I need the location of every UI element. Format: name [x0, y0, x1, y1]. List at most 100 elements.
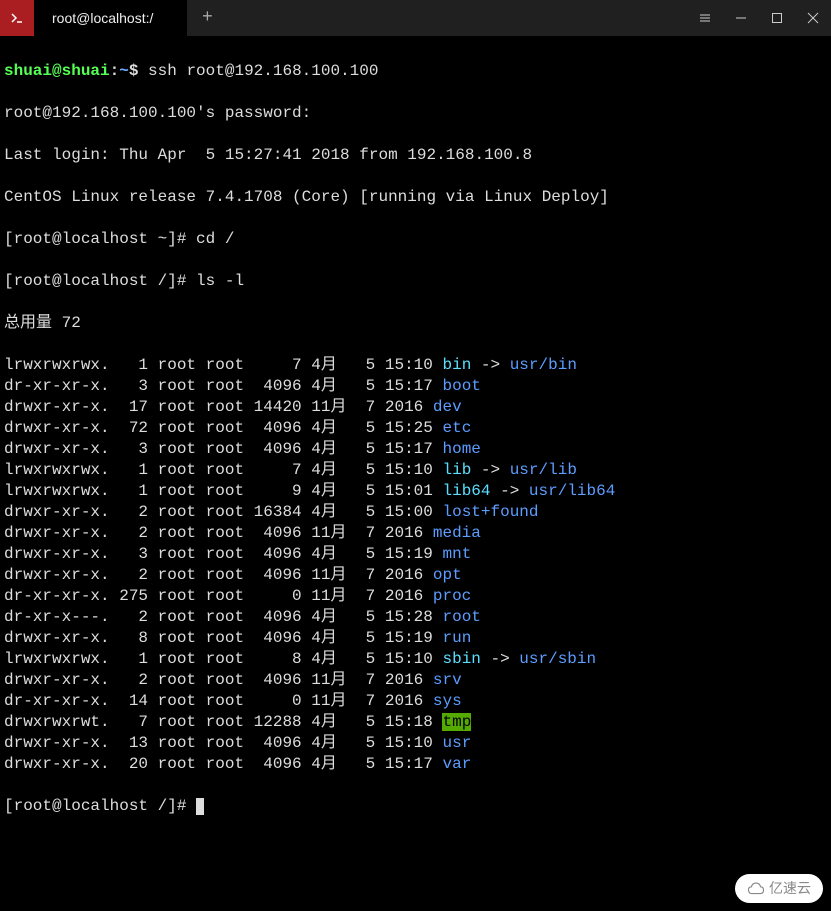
prompt-path: ~ — [119, 62, 129, 80]
list-item: drwxrwxrwt. 7 root root 12288 4月 5 15:18… — [4, 712, 827, 733]
line-ssh: shuai@shuai:~$ ssh root@192.168.100.100 — [4, 61, 827, 82]
link-arrow: -> — [471, 356, 509, 374]
close-button[interactable] — [795, 0, 831, 36]
file-meta: lrwxrwxrwx. 1 root root 8 4月 5 15:10 — [4, 650, 442, 668]
file-meta: drwxr-xr-x. 2 root root 4096 11月 7 2016 — [4, 671, 433, 689]
file-name: lost+found — [442, 503, 538, 521]
tab-title: root@localhost:/ — [52, 10, 153, 26]
file-meta: dr-xr-xr-x. 3 root root 4096 4月 5 15:17 — [4, 377, 442, 395]
file-name: srv — [433, 671, 462, 689]
maximize-button[interactable] — [759, 0, 795, 36]
file-meta: drwxr-xr-x. 20 root root 4096 4月 5 15:17 — [4, 755, 442, 773]
cursor — [196, 798, 204, 815]
line-password: root@192.168.100.100's password: — [4, 103, 827, 124]
hamburger-icon — [699, 12, 711, 24]
list-item: dr-xr-xr-x. 275 root root 0 11月 7 2016 p… — [4, 586, 827, 607]
file-meta: drwxr-xr-x. 8 root root 4096 4月 5 15:19 — [4, 629, 442, 647]
file-name: etc — [442, 419, 471, 437]
link-target: usr/lib64 — [529, 482, 615, 500]
menu-button[interactable] — [687, 0, 723, 36]
file-meta: drwxr-xr-x. 72 root root 4096 4月 5 15:25 — [4, 419, 442, 437]
app-icon — [0, 0, 34, 36]
line-ls: [root@localhost /]# ls -l — [4, 271, 827, 292]
list-item: drwxr-xr-x. 20 root root 4096 4月 5 15:17… — [4, 754, 827, 775]
list-item: drwxr-xr-x. 2 root root 16384 4月 5 15:00… — [4, 502, 827, 523]
file-meta: lrwxrwxrwx. 1 root root 7 4月 5 15:10 — [4, 356, 442, 374]
list-item: lrwxrwxrwx. 1 root root 7 4月 5 15:10 lib… — [4, 460, 827, 481]
file-name: opt — [433, 566, 462, 584]
file-name: proc — [433, 587, 471, 605]
file-meta: drwxr-xr-x. 3 root root 4096 4月 5 15:19 — [4, 545, 442, 563]
file-meta: drwxrwxrwt. 7 root root 12288 4月 5 15:18 — [4, 713, 442, 731]
prompt-dollar: $ — [129, 62, 148, 80]
list-item: drwxr-xr-x. 3 root root 4096 4月 5 15:19 … — [4, 544, 827, 565]
titlebar-spacer — [227, 0, 687, 36]
terminal-window: root@localhost:/ + shuai@shuai:~$ ssh ro… — [0, 0, 831, 911]
prompt-user: shuai@shuai — [4, 62, 110, 80]
list-item: drwxr-xr-x. 2 root root 4096 11月 7 2016 … — [4, 523, 827, 544]
titlebar: root@localhost:/ + — [0, 0, 831, 36]
file-meta: lrwxrwxrwx. 1 root root 7 4月 5 15:10 — [4, 461, 442, 479]
file-name: mnt — [442, 545, 471, 563]
maximize-icon — [771, 12, 783, 24]
link-arrow: -> — [491, 482, 529, 500]
list-item: dr-xr-xr-x. 14 root root 0 11月 7 2016 sy… — [4, 691, 827, 712]
list-item: drwxr-xr-x. 2 root root 4096 11月 7 2016 … — [4, 565, 827, 586]
file-name: var — [442, 755, 471, 773]
file-name: tmp — [442, 713, 471, 731]
link-target: usr/lib — [510, 461, 577, 479]
link-target: usr/sbin — [519, 650, 596, 668]
file-name: media — [433, 524, 481, 542]
list-item: drwxr-xr-x. 72 root root 4096 4月 5 15:25… — [4, 418, 827, 439]
file-list: lrwxrwxrwx. 1 root root 7 4月 5 15:10 bin… — [4, 355, 827, 775]
file-meta: dr-xr-x---. 2 root root 4096 4月 5 15:28 — [4, 608, 442, 626]
file-name: sys — [433, 692, 462, 710]
file-name: lib — [442, 461, 471, 479]
tab-active[interactable]: root@localhost:/ — [34, 0, 187, 36]
file-meta: drwxr-xr-x. 2 root root 4096 11月 7 2016 — [4, 566, 433, 584]
new-tab-button[interactable]: + — [187, 0, 227, 36]
file-name: lib64 — [442, 482, 490, 500]
file-name: run — [442, 629, 471, 647]
line-release: CentOS Linux release 7.4.1708 (Core) [ru… — [4, 187, 827, 208]
file-meta: drwxr-xr-x. 13 root root 4096 4月 5 15:10 — [4, 734, 442, 752]
list-item: lrwxrwxrwx. 1 root root 9 4月 5 15:01 lib… — [4, 481, 827, 502]
file-meta: dr-xr-xr-x. 14 root root 0 11月 7 2016 — [4, 692, 433, 710]
file-meta: lrwxrwxrwx. 1 root root 9 4月 5 15:01 — [4, 482, 442, 500]
list-item: drwxr-xr-x. 3 root root 4096 4月 5 15:17 … — [4, 439, 827, 460]
list-item: dr-xr-xr-x. 3 root root 4096 4月 5 15:17 … — [4, 376, 827, 397]
cloud-icon — [747, 880, 765, 898]
line-cd: [root@localhost ~]# cd / — [4, 229, 827, 250]
close-icon — [807, 12, 819, 24]
list-item: dr-xr-x---. 2 root root 4096 4月 5 15:28 … — [4, 607, 827, 628]
link-target: usr/bin — [510, 356, 577, 374]
file-meta: drwxr-xr-x. 2 root root 4096 11月 7 2016 — [4, 524, 433, 542]
watermark: 亿速云 — [735, 874, 823, 903]
file-meta: dr-xr-xr-x. 275 root root 0 11月 7 2016 — [4, 587, 433, 605]
line-total: 总用量 72 — [4, 313, 827, 334]
line-lastlogin: Last login: Thu Apr 5 15:27:41 2018 from… — [4, 145, 827, 166]
list-item: lrwxrwxrwx. 1 root root 8 4月 5 15:10 sbi… — [4, 649, 827, 670]
file-name: usr — [442, 734, 471, 752]
prompt-sep: : — [110, 62, 120, 80]
list-item: drwxr-xr-x. 17 root root 14420 11月 7 201… — [4, 397, 827, 418]
file-name: sbin — [442, 650, 480, 668]
list-item: drwxr-xr-x. 13 root root 4096 4月 5 15:10… — [4, 733, 827, 754]
minimize-icon — [735, 12, 747, 24]
file-name: home — [442, 440, 480, 458]
file-name: bin — [442, 356, 471, 374]
prompt-text: [root@localhost /]# — [4, 797, 196, 815]
file-meta: drwxr-xr-x. 17 root root 14420 11月 7 201… — [4, 398, 433, 416]
file-meta: drwxr-xr-x. 2 root root 16384 4月 5 15:00 — [4, 503, 442, 521]
list-item: drwxr-xr-x. 8 root root 4096 4月 5 15:19 … — [4, 628, 827, 649]
cmd-ssh: ssh root@192.168.100.100 — [148, 62, 378, 80]
minimize-button[interactable] — [723, 0, 759, 36]
line-prompt-final: [root@localhost /]# — [4, 796, 827, 817]
watermark-text: 亿速云 — [769, 878, 811, 899]
list-item: drwxr-xr-x. 2 root root 4096 11月 7 2016 … — [4, 670, 827, 691]
file-name: boot — [442, 377, 480, 395]
file-name: root — [442, 608, 480, 626]
file-name: dev — [433, 398, 462, 416]
terminal-body[interactable]: shuai@shuai:~$ ssh root@192.168.100.100 … — [0, 36, 831, 911]
list-item: lrwxrwxrwx. 1 root root 7 4月 5 15:10 bin… — [4, 355, 827, 376]
